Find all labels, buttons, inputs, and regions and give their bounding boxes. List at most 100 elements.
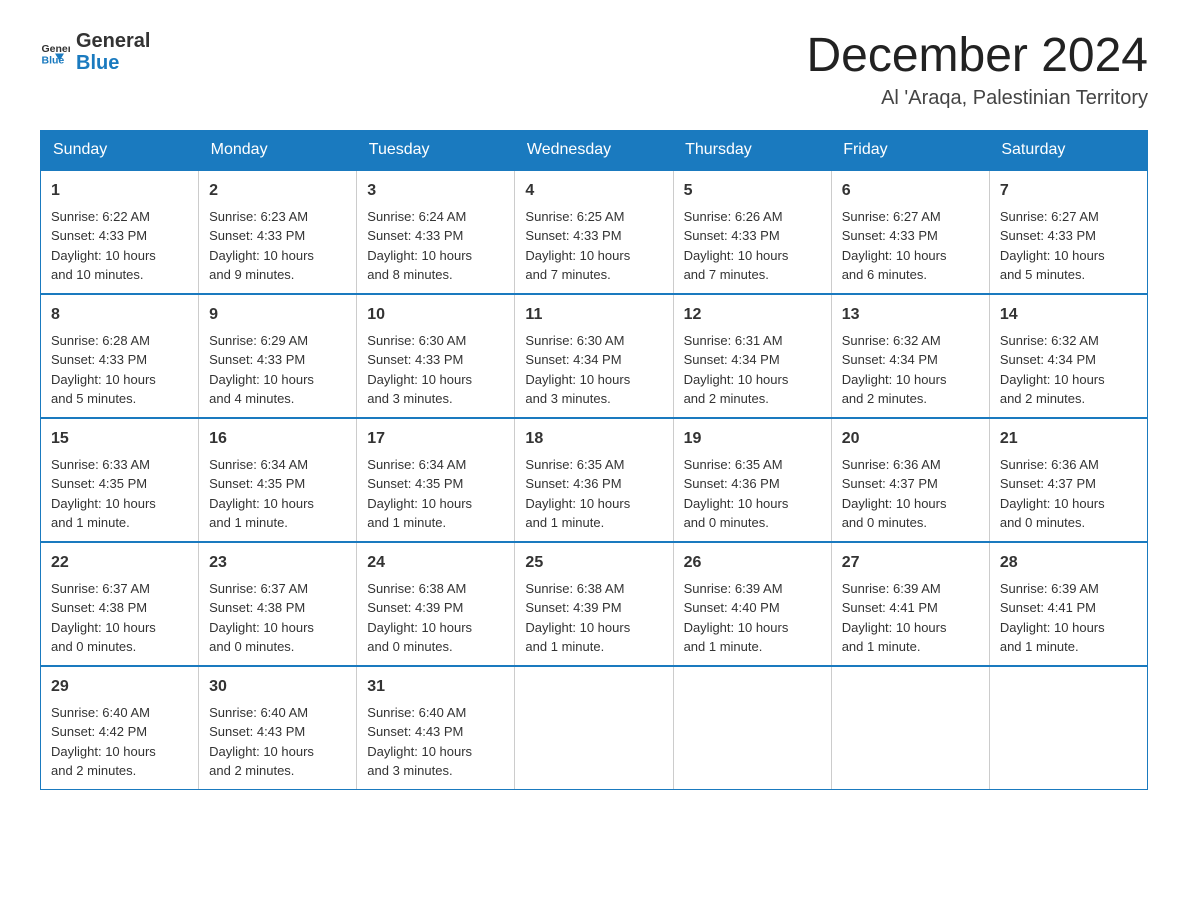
sunrise-label: Sunrise: 6:27 AM xyxy=(1000,209,1099,224)
day-header-sunday: Sunday xyxy=(41,130,199,170)
calendar-cell: 13 Sunrise: 6:32 AM Sunset: 4:34 PM Dayl… xyxy=(831,294,989,418)
daylight-detail: and 6 minutes. xyxy=(842,267,927,282)
day-number: 30 xyxy=(209,675,346,699)
sunrise-label: Sunrise: 6:34 AM xyxy=(367,457,466,472)
daylight-detail: and 0 minutes. xyxy=(209,639,294,654)
daylight-detail: and 3 minutes. xyxy=(367,763,452,778)
sunrise-label: Sunrise: 6:40 AM xyxy=(209,705,308,720)
sunset-label: Sunset: 4:33 PM xyxy=(1000,228,1096,243)
sunrise-label: Sunrise: 6:40 AM xyxy=(367,705,466,720)
daylight-label: Daylight: 10 hours xyxy=(209,620,314,635)
daylight-detail: and 1 minute. xyxy=(367,515,446,530)
daylight-label: Daylight: 10 hours xyxy=(209,248,314,263)
sunset-label: Sunset: 4:34 PM xyxy=(684,352,780,367)
day-number: 26 xyxy=(684,551,821,575)
sunrise-label: Sunrise: 6:30 AM xyxy=(525,333,624,348)
calendar-cell: 11 Sunrise: 6:30 AM Sunset: 4:34 PM Dayl… xyxy=(515,294,673,418)
daylight-label: Daylight: 10 hours xyxy=(51,744,156,759)
sunrise-label: Sunrise: 6:38 AM xyxy=(525,581,624,596)
daylight-detail: and 0 minutes. xyxy=(684,515,769,530)
logo-general: General xyxy=(76,30,150,52)
sunrise-label: Sunrise: 6:35 AM xyxy=(525,457,624,472)
day-number: 20 xyxy=(842,427,979,451)
daylight-detail: and 5 minutes. xyxy=(51,391,136,406)
daylight-detail: and 5 minutes. xyxy=(1000,267,1085,282)
daylight-label: Daylight: 10 hours xyxy=(209,496,314,511)
calendar-cell: 1 Sunrise: 6:22 AM Sunset: 4:33 PM Dayli… xyxy=(41,170,199,294)
day-number: 3 xyxy=(367,179,504,203)
sunrise-label: Sunrise: 6:22 AM xyxy=(51,209,150,224)
sunrise-label: Sunrise: 6:26 AM xyxy=(684,209,783,224)
daylight-label: Daylight: 10 hours xyxy=(684,496,789,511)
calendar-cell: 15 Sunrise: 6:33 AM Sunset: 4:35 PM Dayl… xyxy=(41,418,199,542)
sunset-label: Sunset: 4:40 PM xyxy=(684,600,780,615)
daylight-detail: and 1 minute. xyxy=(684,639,763,654)
sunset-label: Sunset: 4:35 PM xyxy=(367,476,463,491)
calendar-week-row: 22 Sunrise: 6:37 AM Sunset: 4:38 PM Dayl… xyxy=(41,542,1148,666)
calendar-header-row: SundayMondayTuesdayWednesdayThursdayFrid… xyxy=(41,130,1148,170)
calendar-week-row: 29 Sunrise: 6:40 AM Sunset: 4:42 PM Dayl… xyxy=(41,666,1148,790)
calendar-cell: 10 Sunrise: 6:30 AM Sunset: 4:33 PM Dayl… xyxy=(357,294,515,418)
calendar-cell: 7 Sunrise: 6:27 AM Sunset: 4:33 PM Dayli… xyxy=(989,170,1147,294)
sunset-label: Sunset: 4:38 PM xyxy=(51,600,147,615)
day-header-tuesday: Tuesday xyxy=(357,130,515,170)
day-number: 6 xyxy=(842,179,979,203)
daylight-label: Daylight: 10 hours xyxy=(684,248,789,263)
sunrise-label: Sunrise: 6:33 AM xyxy=(51,457,150,472)
daylight-label: Daylight: 10 hours xyxy=(842,620,947,635)
daylight-detail: and 2 minutes. xyxy=(51,763,136,778)
day-number: 5 xyxy=(684,179,821,203)
daylight-detail: and 2 minutes. xyxy=(1000,391,1085,406)
sunset-label: Sunset: 4:36 PM xyxy=(684,476,780,491)
day-number: 8 xyxy=(51,303,188,327)
daylight-detail: and 8 minutes. xyxy=(367,267,452,282)
calendar-cell xyxy=(515,666,673,790)
daylight-label: Daylight: 10 hours xyxy=(367,496,472,511)
day-header-monday: Monday xyxy=(199,130,357,170)
sunrise-label: Sunrise: 6:39 AM xyxy=(842,581,941,596)
calendar-cell: 17 Sunrise: 6:34 AM Sunset: 4:35 PM Dayl… xyxy=(357,418,515,542)
sunset-label: Sunset: 4:39 PM xyxy=(525,600,621,615)
logo-icon: General Blue xyxy=(40,37,70,67)
daylight-detail: and 2 minutes. xyxy=(842,391,927,406)
sunset-label: Sunset: 4:34 PM xyxy=(525,352,621,367)
day-number: 31 xyxy=(367,675,504,699)
sunrise-label: Sunrise: 6:28 AM xyxy=(51,333,150,348)
calendar-cell: 23 Sunrise: 6:37 AM Sunset: 4:38 PM Dayl… xyxy=(199,542,357,666)
calendar-cell: 21 Sunrise: 6:36 AM Sunset: 4:37 PM Dayl… xyxy=(989,418,1147,542)
daylight-detail: and 7 minutes. xyxy=(684,267,769,282)
daylight-detail: and 4 minutes. xyxy=(209,391,294,406)
day-number: 4 xyxy=(525,179,662,203)
calendar-cell: 25 Sunrise: 6:38 AM Sunset: 4:39 PM Dayl… xyxy=(515,542,673,666)
daylight-label: Daylight: 10 hours xyxy=(1000,372,1105,387)
daylight-label: Daylight: 10 hours xyxy=(209,744,314,759)
day-number: 13 xyxy=(842,303,979,327)
sunset-label: Sunset: 4:33 PM xyxy=(842,228,938,243)
day-number: 25 xyxy=(525,551,662,575)
daylight-label: Daylight: 10 hours xyxy=(842,372,947,387)
sunset-label: Sunset: 4:33 PM xyxy=(684,228,780,243)
calendar-cell: 3 Sunrise: 6:24 AM Sunset: 4:33 PM Dayli… xyxy=(357,170,515,294)
sunrise-label: Sunrise: 6:27 AM xyxy=(842,209,941,224)
sunrise-label: Sunrise: 6:37 AM xyxy=(51,581,150,596)
daylight-label: Daylight: 10 hours xyxy=(1000,248,1105,263)
daylight-label: Daylight: 10 hours xyxy=(525,372,630,387)
daylight-label: Daylight: 10 hours xyxy=(1000,496,1105,511)
location-title: Al 'Araqa, Palestinian Territory xyxy=(806,87,1148,110)
day-number: 2 xyxy=(209,179,346,203)
calendar-cell: 27 Sunrise: 6:39 AM Sunset: 4:41 PM Dayl… xyxy=(831,542,989,666)
daylight-label: Daylight: 10 hours xyxy=(51,496,156,511)
day-number: 24 xyxy=(367,551,504,575)
calendar-cell: 24 Sunrise: 6:38 AM Sunset: 4:39 PM Dayl… xyxy=(357,542,515,666)
calendar-cell: 5 Sunrise: 6:26 AM Sunset: 4:33 PM Dayli… xyxy=(673,170,831,294)
day-header-thursday: Thursday xyxy=(673,130,831,170)
daylight-detail: and 3 minutes. xyxy=(367,391,452,406)
day-number: 9 xyxy=(209,303,346,327)
sunrise-label: Sunrise: 6:36 AM xyxy=(842,457,941,472)
sunset-label: Sunset: 4:35 PM xyxy=(51,476,147,491)
daylight-label: Daylight: 10 hours xyxy=(367,620,472,635)
sunset-label: Sunset: 4:37 PM xyxy=(842,476,938,491)
sunset-label: Sunset: 4:33 PM xyxy=(51,352,147,367)
daylight-detail: and 1 minute. xyxy=(209,515,288,530)
daylight-detail: and 1 minute. xyxy=(842,639,921,654)
